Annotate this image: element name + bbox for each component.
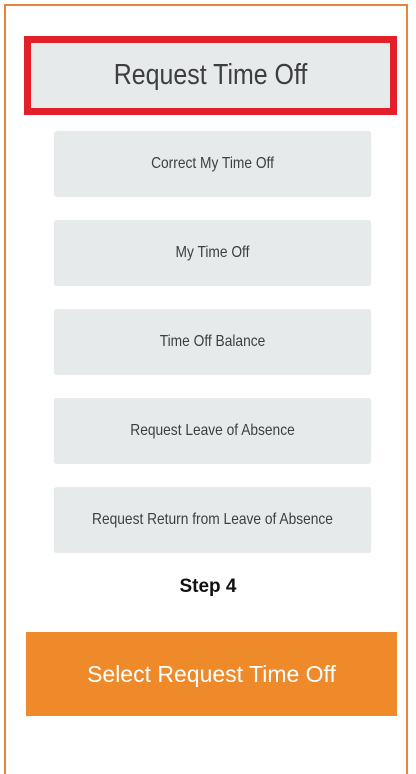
time-off-balance-button[interactable]: Time Off Balance — [53, 309, 372, 375]
request-leave-of-absence-label: Request Leave of Absence — [130, 422, 295, 439]
my-time-off-label: My Time Off — [175, 244, 250, 261]
step-label: Step 4 — [179, 576, 237, 597]
correct-my-time-off-label: Correct My Time Off — [151, 155, 274, 172]
request-return-from-leave-label: Request Return from Leave of Absence — [92, 511, 333, 528]
my-time-off-button[interactable]: My Time Off — [53, 220, 372, 286]
instruction-banner: Select Request Time Off — [26, 632, 397, 716]
request-time-off-label: Request Time Off — [113, 59, 308, 91]
request-leave-of-absence-button[interactable]: Request Leave of Absence — [53, 398, 372, 464]
correct-my-time-off-button[interactable]: Correct My Time Off — [53, 131, 372, 197]
instruction-text: Select Request Time Off — [87, 660, 336, 687]
time-off-balance-label: Time Off Balance — [159, 333, 266, 350]
request-return-from-leave-button[interactable]: Request Return from Leave of Absence — [53, 487, 372, 553]
request-time-off-button[interactable]: Request Time Off — [24, 36, 397, 115]
